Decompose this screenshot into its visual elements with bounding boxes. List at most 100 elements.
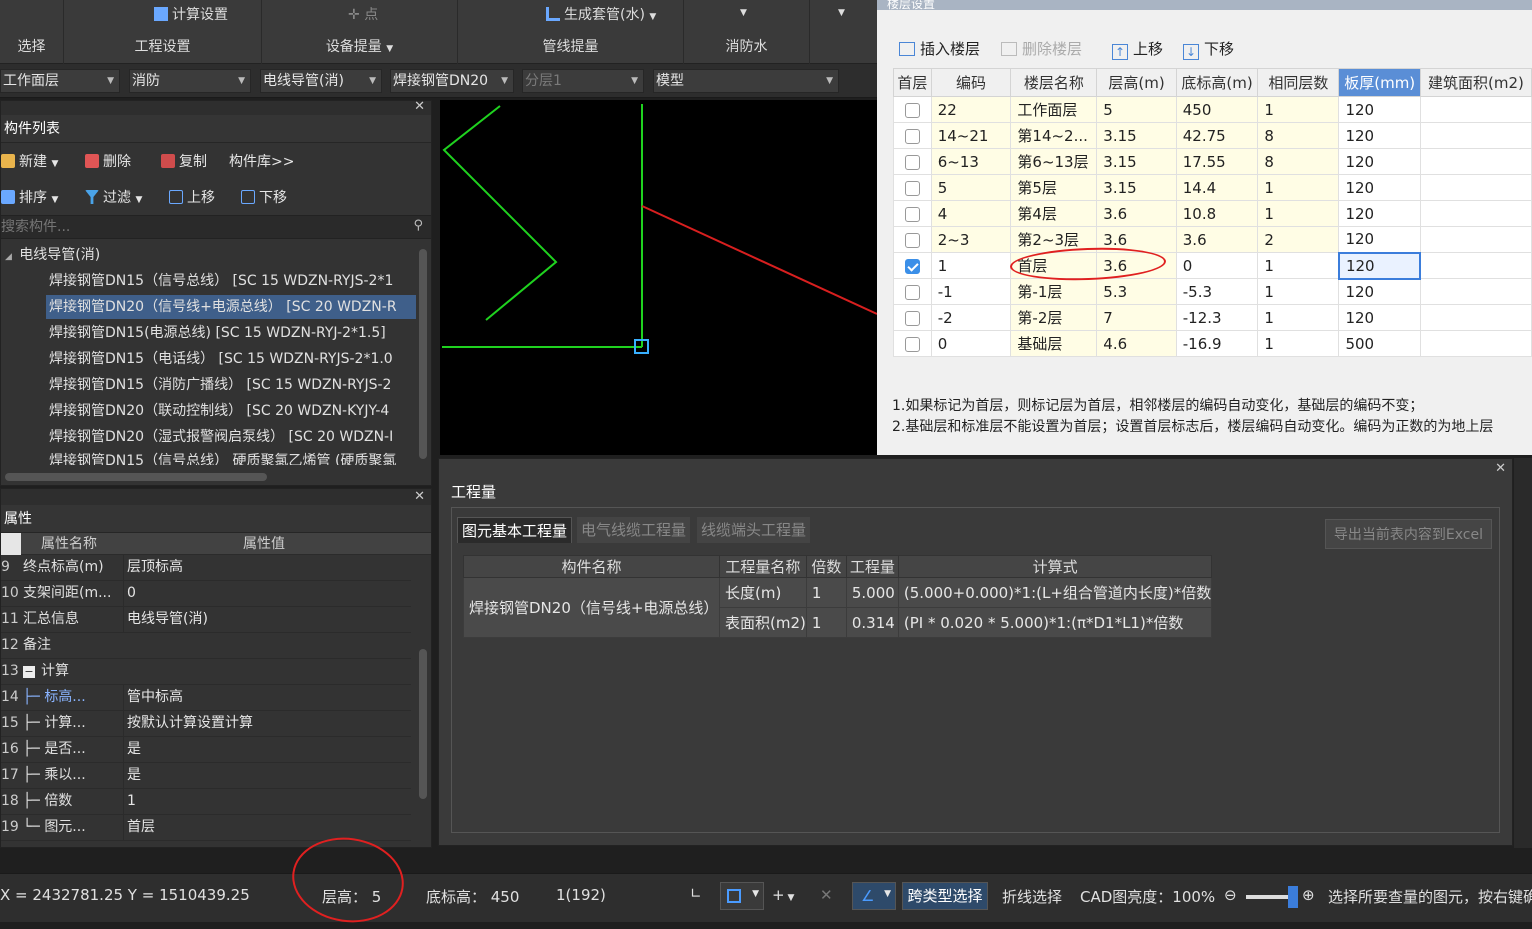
floor-row[interactable]: 5 第5层 3.15 14.4 1 120 [893,174,1532,201]
ribbon-group-fire-water[interactable]: ▼ 消防水 [684,0,810,64]
table-row[interactable]: 焊接钢管DN20（信号线+电源总线） 长度(m) 1 5.000 (5.000+… [463,577,1213,638]
panel-title: 属性 [1,505,431,533]
ribbon-group-extra[interactable]: ▼ [810,0,880,64]
ortho-icon[interactable]: ∟ [690,886,702,902]
first-floor-checkbox[interactable] [904,206,920,222]
tab-basic-quantity[interactable]: 图元基本工程量 [457,517,573,543]
first-floor-checkbox[interactable] [904,310,920,326]
export-excel-button[interactable]: 导出当前表内容到Excel [1324,519,1492,549]
close-icon[interactable]: ✕ [1495,461,1506,476]
polyline-select-button[interactable]: 折线选择 [1002,886,1062,907]
floor-row-first[interactable]: 1 首层 3.6 0 1 120 [893,251,1532,280]
angle-snap-button[interactable]: ∠ ▼ [852,882,896,910]
first-floor-checkbox[interactable] [904,102,920,118]
model-dropdown[interactable]: 模型 ▼ [653,69,839,93]
vertical-scrollbar[interactable] [419,249,427,459]
floor-move-down-button[interactable]: ↓ 下移 [1183,38,1234,60]
tree-root[interactable]: ◢ 电线导管(消) [5,243,100,267]
copy-button[interactable]: 复制 [161,151,207,171]
point-button[interactable]: ✛ 点 [348,4,378,24]
floor-row[interactable]: 6~13 第6~13层 3.15 17.55 8 120 [893,148,1532,175]
arrow-down-icon: ↓ [1183,44,1199,60]
panel-title: 构件列表 [1,115,431,143]
delete-button[interactable]: 删除 [85,151,131,171]
tab-cable-end-quantity[interactable]: 线缆端头工程量 [697,517,811,543]
drawing-canvas[interactable] [440,100,878,455]
calc-settings-button[interactable]: 计算设置 [154,4,228,24]
tree-item[interactable]: 焊接钢管DN15(电源总线) [SC 15 WDZN-RYJ-2*1.5] [49,321,386,345]
first-floor-checkbox[interactable] [904,336,920,352]
discipline-dropdown[interactable]: 消防 ▼ [129,69,251,93]
chevron-down-icon: ▼ [631,76,638,86]
generate-sleeve-button[interactable]: 生成套管(水) ▼ [546,4,656,24]
floor-row[interactable]: 2~3 第2~3层 3.6 3.6 2 120 [893,226,1532,253]
floor-row[interactable]: -2 第-2层 7 -12.3 1 120 [893,304,1532,331]
sort-button[interactable]: 排序 ▼ [1,187,58,207]
first-floor-checkbox[interactable] [904,128,920,144]
type-dropdown[interactable]: 电线导管(消) ▼ [260,69,382,93]
floor-row[interactable]: 22 工作面层 5 450 1 120 [893,96,1532,123]
close-icon[interactable]: ✕ [414,99,425,114]
component-library-button[interactable]: 构件库>> [229,151,294,171]
horizontal-scrollbar[interactable] [5,473,267,481]
property-row[interactable]: 10 支架间距(m... 0 [1,581,411,607]
insert-floor-button[interactable]: 插入楼层 [899,38,980,59]
brightness-slider-handle[interactable] [1288,886,1298,908]
move-up-button[interactable]: 上移 [169,187,215,207]
property-row[interactable]: 12 备注 [1,633,411,659]
tree-item[interactable]: 焊接钢管DN15（消防广播线） [SC 15 WDZN-RYJS-2 [49,373,391,397]
component-search-input[interactable] [1,216,401,238]
floor-dropdown[interactable]: 工作面层 ▼ [0,69,120,93]
new-button[interactable]: 新建 ▼ [1,151,58,171]
layer-dropdown[interactable]: 分层1 ▼ [522,69,644,93]
property-row[interactable]: 9 终点标高(m) 层顶标高 [1,555,411,581]
component-dropdown[interactable]: 焊接钢管DN20 ▼ [390,69,514,93]
property-row[interactable]: 14 ├─ 标高... 管中标高 [1,685,411,711]
tab-cable-quantity[interactable]: 电气线缆工程量 [577,517,691,543]
selection-count: 1(192) [556,886,606,904]
search-icon[interactable]: ⚲ [413,218,423,233]
floor-row[interactable]: 0 基础层 4.6 -16.9 1 500 [893,330,1532,357]
header-corner [1,533,21,555]
floor-row[interactable]: 4 第4层 3.6 10.8 1 120 [893,200,1532,227]
first-floor-checkbox[interactable] [904,180,920,196]
vertical-scrollbar[interactable] [419,649,427,799]
slab-thickness-cell-editing[interactable]: 120 [1337,251,1422,280]
sleeve-icon [546,7,560,21]
collapse-box-icon[interactable]: − [23,666,35,678]
property-row-group[interactable]: 13− 计算 [1,659,411,685]
filter-bar: 工作面层 ▼ 消防 ▼ 电线导管(消) ▼ 焊接钢管DN20 ▼ 分层1 ▼ 模型 ▼ [0,64,880,98]
tree-item[interactable]: 焊接钢管DN15（信号总线） [SC 15 WDZN-RYJS-2*1 [49,269,393,293]
delete-floor-button[interactable]: 删除楼层 [1001,38,1082,59]
floor-row[interactable]: -1 第-1层 5.3 -5.3 1 120 [893,278,1532,305]
minus-icon[interactable]: ⊖ [1224,886,1237,904]
tree-item[interactable]: 焊接钢管DN15（电话线） [SC 15 WDZN-RYJS-2*1.0 [49,347,393,371]
ribbon-group-select[interactable]: 选择 [0,0,64,64]
tree-item[interactable]: 焊接钢管DN15（信号总线） 硬质聚氯乙烯管 (硬质聚氯 [49,449,396,465]
cross-type-select-button[interactable]: 跨类型选择 [902,882,988,910]
property-row[interactable]: 16 ├─ 是否... 是 [1,737,411,763]
point-snap-button[interactable]: + ▼ [772,886,794,904]
filter-button[interactable]: 过滤 ▼ [85,187,142,207]
first-floor-checkbox-checked[interactable] [904,258,920,274]
floor-row[interactable]: 14~21 第14~2... 3.15 42.75 8 120 [893,122,1532,149]
close-icon[interactable]: ✕ [414,489,425,504]
tree-item[interactable]: 焊接钢管DN20（湿式报警阀启泵线） [SC 20 WDZN-I [49,425,393,449]
property-row[interactable]: 11 汇总信息 电线导管(消) [1,607,411,633]
property-row[interactable]: 17 ├─ 乘以... 是 [1,763,411,789]
property-row[interactable]: 15 ├─ 计算... 按默认计算设置计算 [1,711,411,737]
tree-item-selected[interactable]: 焊接钢管DN20（信号线+电源总线） [SC 20 WDZN-R [46,295,416,319]
floor-move-up-button[interactable]: ↑ 上移 [1112,38,1163,60]
first-floor-checkbox[interactable] [904,284,920,300]
move-down-button[interactable]: 下移 [241,187,287,207]
property-row[interactable]: 18 ├─ 倍数 1 [1,789,411,815]
ribbon-label[interactable]: 设备提量 ▼ [262,36,457,56]
chevron-down-icon: ▼ [752,889,759,899]
first-floor-checkbox[interactable] [904,154,920,170]
plus-icon[interactable]: ⊕ [1302,886,1315,904]
cross-icon[interactable]: ✕ [820,886,833,904]
angle-icon: ∠ [861,887,875,905]
tree-item[interactable]: 焊接钢管DN20（联动控制线） [SC 20 WDZN-KYJY-4 [49,399,389,423]
first-floor-checkbox[interactable] [904,232,920,248]
snap-mode-button[interactable]: ▼ [720,882,764,910]
